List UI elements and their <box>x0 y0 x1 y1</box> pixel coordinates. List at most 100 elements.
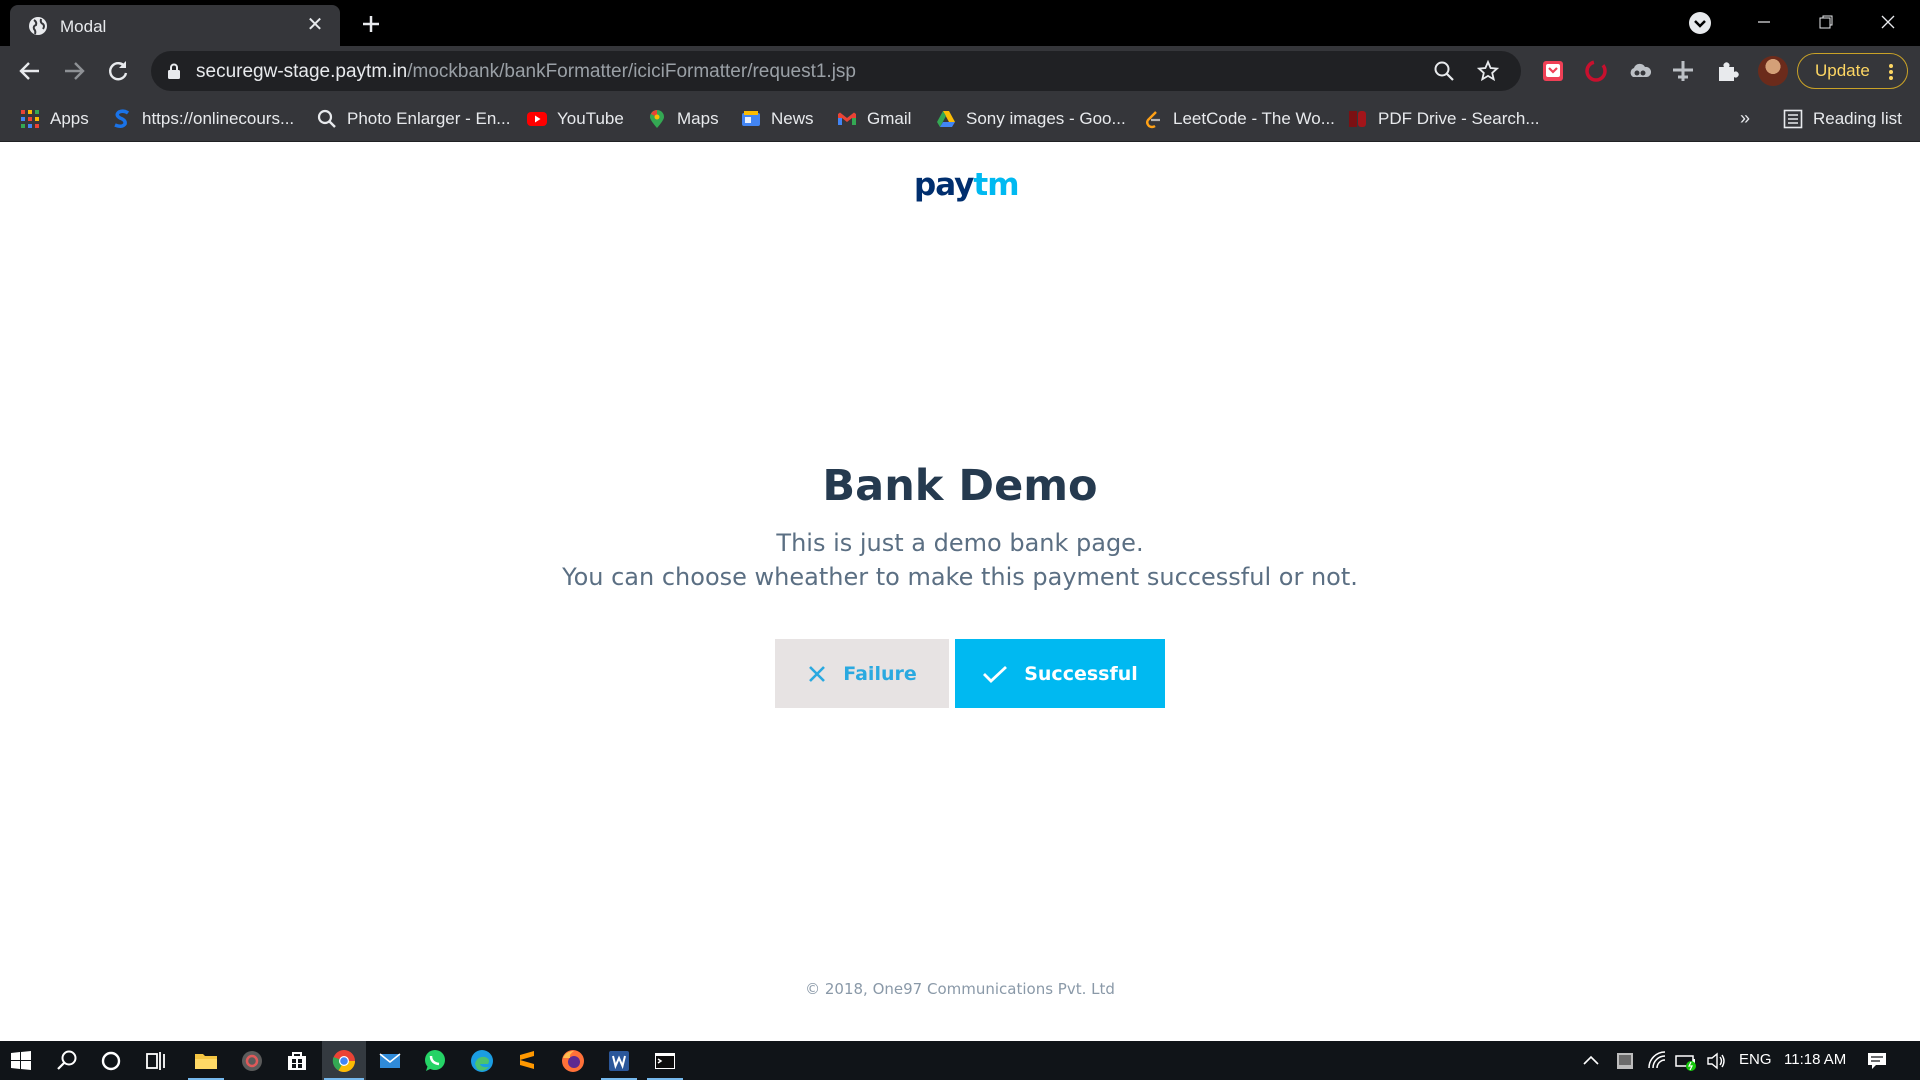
back-arrow-icon[interactable] <box>17 58 43 84</box>
lock-icon[interactable] <box>167 63 181 79</box>
extensions-puzzle-icon[interactable] <box>1714 58 1740 84</box>
more-menu-icon <box>1889 64 1893 80</box>
bookmark-news[interactable]: News <box>741 106 814 132</box>
bookmark-sony-images[interactable]: Sony images - Goo... <box>936 106 1126 132</box>
description-line-1: This is just a demo bank page. <box>776 529 1144 557</box>
magnifier-icon <box>317 109 336 128</box>
bookmark-maps[interactable]: Maps <box>647 106 719 132</box>
bookmark-apps[interactable]: Apps <box>20 106 89 132</box>
successful-button-label: Successful <box>1024 662 1138 685</box>
whatsapp-icon[interactable] <box>422 1048 448 1074</box>
bookmark-photo-enlarger[interactable]: Photo Enlarger - En... <box>317 106 510 132</box>
bookmark-label: Sony images - Goo... <box>966 109 1126 128</box>
close-window-button[interactable] <box>1858 0 1918 46</box>
wifi-icon[interactable] <box>1647 1050 1669 1072</box>
terminal-icon[interactable] <box>652 1048 678 1074</box>
restore-icon <box>1819 15 1833 29</box>
bookmark-label: YouTube <box>557 109 624 128</box>
logo-pay-text: pay <box>914 167 974 203</box>
address-bar[interactable]: securegw-stage.paytm.in/mockbank/bankFor… <box>151 51 1521 91</box>
bookmark-onlinecourses[interactable]: https://onlinecours... <box>112 106 294 132</box>
bookmark-label: PDF Drive - Search... <box>1378 109 1540 128</box>
chevron-up-icon[interactable] <box>1581 1051 1601 1071</box>
successful-button[interactable]: Successful <box>955 639 1165 708</box>
logo-tm-text: tm <box>973 167 1019 203</box>
reading-list-label: Reading list <box>1813 109 1902 128</box>
minimize-icon <box>1758 21 1770 23</box>
bookmark-label: https://onlinecours... <box>142 109 295 128</box>
update-button-label: Update <box>1815 61 1870 80</box>
firefox-icon[interactable] <box>560 1048 586 1074</box>
update-button[interactable]: Update <box>1797 53 1908 89</box>
browser-tab-strip: Modal ✕ <box>0 0 1920 46</box>
media-player-icon[interactable] <box>239 1048 265 1074</box>
new-tab-plus-icon[interactable] <box>357 10 385 38</box>
bookmark-star-icon[interactable] <box>1477 60 1499 82</box>
failure-button[interactable]: Failure <box>775 639 949 708</box>
cortana-circle-icon[interactable] <box>98 1048 124 1074</box>
zoom-magnifier-icon[interactable] <box>1433 60 1455 82</box>
tab-search-icon[interactable] <box>1689 12 1711 34</box>
bookmark-youtube[interactable]: YouTube <box>527 106 624 132</box>
tab-close-icon[interactable]: ✕ <box>304 14 326 36</box>
leetcode-icon <box>1146 111 1160 129</box>
pocket-extension-icon[interactable] <box>1540 58 1566 84</box>
minimize-button[interactable] <box>1734 0 1794 46</box>
file-explorer-icon[interactable] <box>193 1048 219 1074</box>
browser-tab-active[interactable]: Modal ✕ <box>10 5 340 46</box>
task-view-icon[interactable] <box>143 1048 169 1074</box>
bookmark-label: News <box>771 109 814 128</box>
globe-icon <box>29 17 47 35</box>
bookmarks-bar: Apps https://onlinecours... Photo Enlarg… <box>0 96 1920 142</box>
bookmark-gmail[interactable]: Gmail <box>837 106 911 132</box>
sublime-text-icon[interactable] <box>514 1048 540 1074</box>
url-text[interactable]: securegw-stage.paytm.in/mockbank/bankFor… <box>196 61 856 83</box>
youtube-icon <box>527 112 547 126</box>
s-logo-icon <box>114 109 130 129</box>
bookmarks-overflow-chevron[interactable]: » <box>1740 108 1750 129</box>
bookmark-label: LeetCode - The Wo... <box>1173 109 1335 128</box>
checkmark-icon <box>983 665 1008 683</box>
news-icon <box>742 111 760 126</box>
reading-list-button[interactable]: Reading list <box>1783 106 1902 132</box>
tab-title: Modal <box>60 17 107 36</box>
url-host: securegw-stage.paytm.in <box>196 61 408 82</box>
bookmark-pdf-drive[interactable]: PDF Drive - Search... <box>1348 106 1540 132</box>
drive-icon <box>937 111 955 127</box>
microsoft-store-icon[interactable] <box>284 1048 310 1074</box>
chrome-icon[interactable] <box>331 1048 357 1074</box>
action-center-icon[interactable] <box>1866 1050 1888 1072</box>
description-line-2: You can choose wheather to make this pay… <box>562 563 1358 591</box>
bookmark-label: Photo Enlarger - En... <box>347 109 511 128</box>
red-swirl-extension-icon[interactable] <box>1583 58 1609 84</box>
plane-extension-icon[interactable] <box>1670 58 1696 84</box>
pdf-drive-icon <box>1349 111 1366 127</box>
input-language[interactable]: ENG <box>1739 1051 1772 1068</box>
word-icon[interactable] <box>606 1048 632 1074</box>
volume-icon[interactable] <box>1705 1050 1727 1072</box>
gmail-icon <box>838 112 856 125</box>
browser-toolbar: securegw-stage.paytm.in/mockbank/bankFor… <box>0 46 1920 96</box>
search-icon[interactable] <box>54 1048 80 1074</box>
profile-avatar[interactable] <box>1758 56 1788 86</box>
failure-button-label: Failure <box>843 662 917 685</box>
page-title: Bank Demo <box>822 461 1098 511</box>
close-icon <box>1881 15 1895 29</box>
windows-start-icon[interactable] <box>8 1048 34 1074</box>
tablet-mode-icon[interactable] <box>1614 1050 1636 1072</box>
restore-button[interactable] <box>1796 0 1856 46</box>
bookmark-label: Gmail <box>867 109 912 128</box>
battery-charging-icon[interactable] <box>1674 1050 1698 1072</box>
mail-icon[interactable] <box>377 1048 403 1074</box>
edge-icon[interactable] <box>469 1048 495 1074</box>
reload-icon[interactable] <box>105 58 131 84</box>
maps-pin-icon <box>650 110 664 128</box>
url-path: /mockbank/bankFormatter/iciciFormatter/r… <box>407 61 856 82</box>
bookmark-label: Maps <box>677 109 719 128</box>
forward-arrow-icon[interactable] <box>61 58 87 84</box>
bookmark-leetcode[interactable]: LeetCode - The Wo... <box>1143 106 1335 132</box>
windows-taskbar: ENG 11:18 AM <box>0 1041 1920 1080</box>
clock-time[interactable]: 11:18 AM <box>1784 1051 1846 1068</box>
reading-list-icon <box>1783 109 1803 129</box>
cloud-extension-icon[interactable] <box>1627 58 1653 84</box>
